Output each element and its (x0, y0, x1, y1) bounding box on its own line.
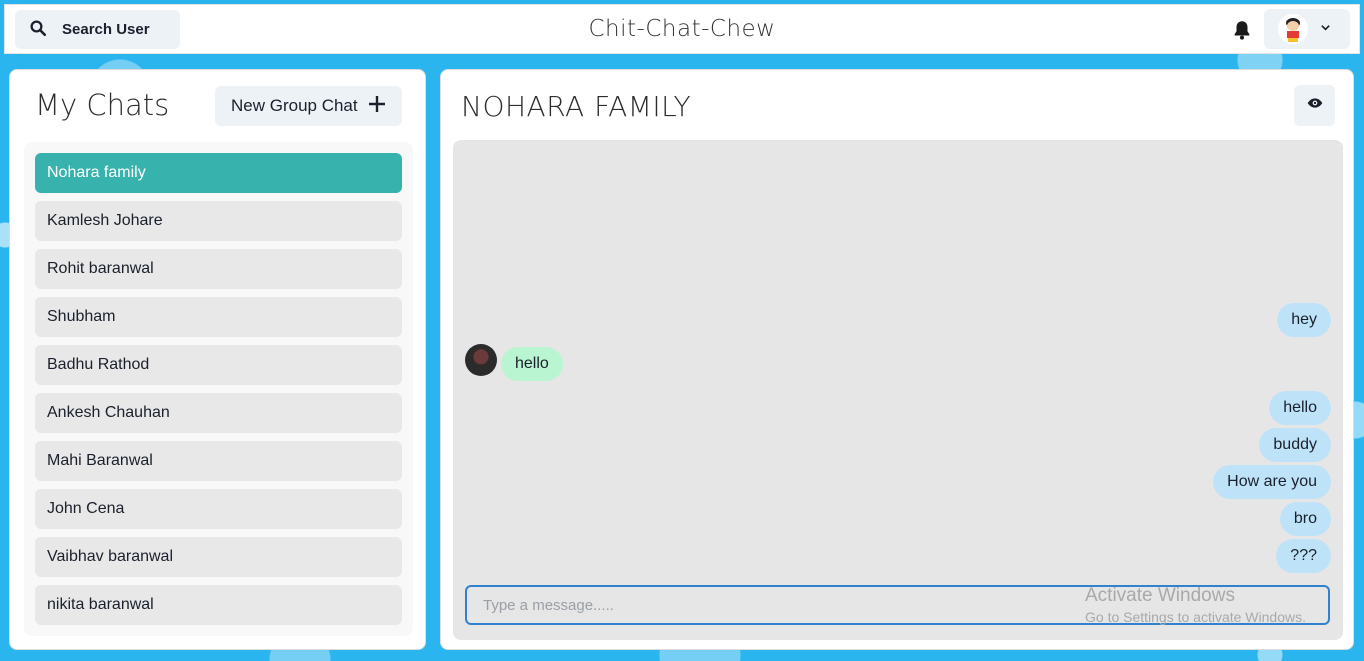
message-area: hey hello hello buddy How are you bro ??… (453, 140, 1343, 640)
new-group-label: New Group Chat (231, 96, 358, 115)
app-title: Chit-Chat-Chew (588, 16, 776, 42)
conversation-title: NOHARA FAMILY (461, 90, 692, 123)
profile-menu-button[interactable] (1264, 9, 1350, 49)
chat-item-vaibhav-baranwal[interactable]: Vaibhav baranwal (35, 537, 402, 577)
message-input[interactable] (465, 585, 1330, 625)
chat-item-shubham[interactable]: Shubham (35, 297, 402, 337)
view-details-button[interactable] (1294, 85, 1335, 126)
chat-item-mahi-baranwal[interactable]: Mahi Baranwal (35, 441, 402, 481)
new-group-chat-button[interactable]: New Group Chat (215, 86, 402, 126)
bell-icon[interactable] (1231, 19, 1253, 41)
message-bubble-sent: ??? (1276, 539, 1331, 573)
message-bubble-sent: hello (1269, 391, 1331, 425)
chat-item-nikita-baranwal[interactable]: nikita baranwal (35, 585, 402, 625)
chat-item-badhu-rathod[interactable]: Badhu Rathod (35, 345, 402, 385)
message-bubble-sent: bro (1279, 502, 1331, 536)
message-bubble-sent: hey (1277, 303, 1331, 337)
message-bubble-sent: How are you (1213, 465, 1331, 499)
chevron-down-icon (1320, 20, 1331, 38)
my-chats-panel: My Chats New Group Chat Nohara family Ka… (9, 69, 426, 650)
avatar (1278, 14, 1308, 44)
chat-item-nohara-family[interactable]: Nohara family (35, 153, 402, 193)
chat-item-john-cena[interactable]: John Cena (35, 489, 402, 529)
conversation-panel: NOHARA FAMILY hey hello hello buddy How … (440, 69, 1354, 650)
chat-list: Nohara family Kamlesh Johare Rohit baran… (24, 142, 413, 636)
message-bubble-received: hello (501, 347, 563, 381)
plus-icon (368, 95, 386, 118)
sender-avatar (465, 344, 497, 376)
chat-item-kamlesh-johare[interactable]: Kamlesh Johare (35, 201, 402, 241)
top-bar: Search User Chit-Chat-Chew (4, 4, 1360, 54)
chat-item-rohit-baranwal[interactable]: Rohit baranwal (35, 249, 402, 289)
chat-item-ankesh-chauhan[interactable]: Ankesh Chauhan (35, 393, 402, 433)
message-bubble-sent: buddy (1259, 428, 1331, 462)
eye-icon (1307, 95, 1323, 116)
chats-heading: My Chats (35, 88, 170, 122)
